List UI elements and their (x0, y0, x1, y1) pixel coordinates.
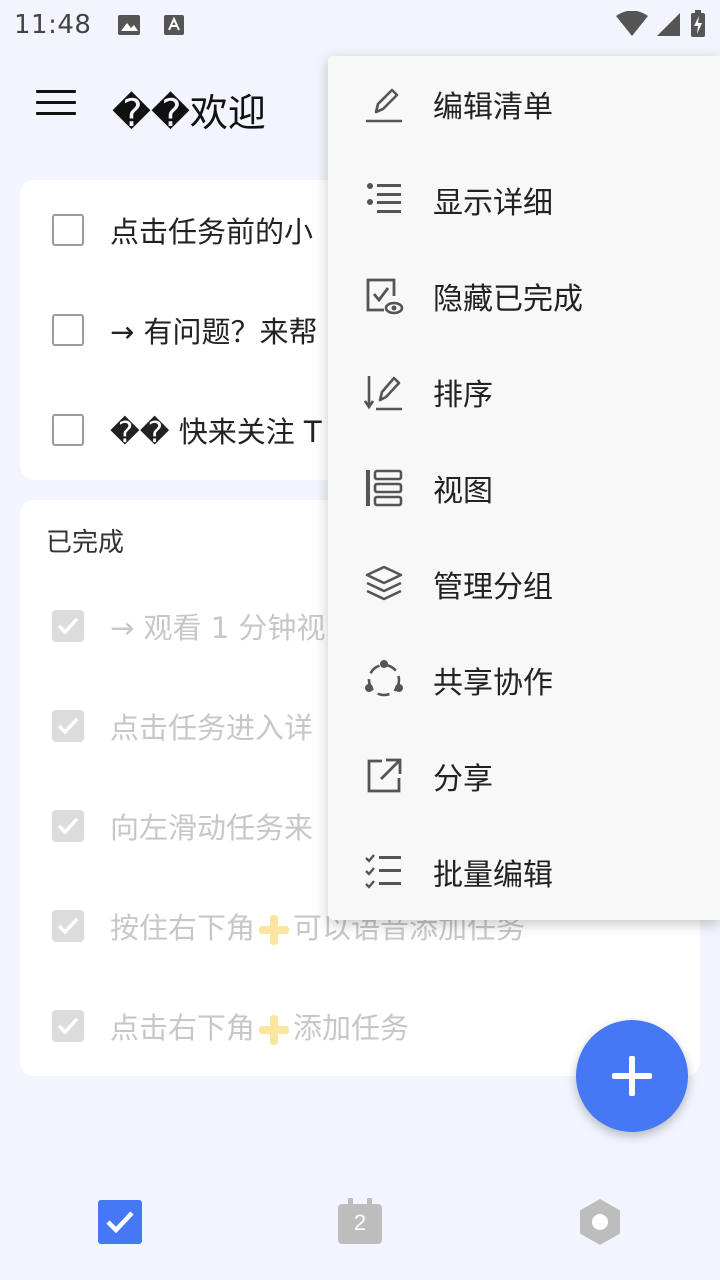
layers-icon (365, 565, 403, 601)
task-checkbox[interactable] (52, 314, 84, 346)
menu-item-show-detail[interactable]: 显示详细 (328, 152, 720, 248)
task-text: �� 快来关注 T (110, 415, 322, 449)
hexagon-settings-icon (580, 1199, 620, 1245)
task-text: 点击任务前的小 (110, 215, 314, 249)
check-icon (57, 717, 79, 735)
batch-edit-icon (365, 854, 401, 889)
menu-item-batch-edit[interactable]: 批量编辑 (328, 824, 720, 920)
menu-item-manage-groups[interactable]: 管理分组 (328, 536, 720, 632)
task-text: 向左滑动任务来 (110, 811, 314, 845)
image-notification-icon (118, 15, 141, 35)
sort-icon (364, 376, 402, 411)
plus-emoji-icon (257, 915, 291, 945)
calendar-day-number: 2 (353, 1210, 367, 1235)
task-checkbox-icon (98, 1200, 142, 1244)
nav-calendar[interactable]: 2 (336, 1198, 384, 1246)
menu-item-edit-list[interactable]: 编辑清单 (328, 56, 720, 152)
menu-item-label: 编辑清单 (433, 90, 553, 125)
completed-section-label: 已完成 (46, 528, 125, 558)
menu-item-share[interactable]: 分享 (328, 728, 720, 824)
check-icon (57, 1017, 79, 1035)
task-checkbox-checked[interactable] (52, 910, 84, 942)
task-checkbox-checked[interactable] (52, 810, 84, 842)
font-notification-icon (164, 15, 185, 35)
task-text: 点击任务进入详 (110, 711, 314, 745)
task-text-after: 添加任务 (293, 1011, 410, 1045)
menu-item-label: 共享协作 (433, 666, 553, 701)
status-bar: 11:48 (0, 0, 720, 50)
pencil-icon (366, 88, 402, 123)
nav-settings[interactable] (576, 1198, 624, 1246)
status-time: 11:48 (14, 10, 92, 40)
task-checkbox[interactable] (52, 414, 84, 446)
battery-icon (691, 10, 705, 37)
task-checkbox-checked[interactable] (52, 710, 84, 742)
overflow-menu: 编辑清单 显示详细 隐藏已完成 排序 视图 管理分组 共享协作 分享 批量编辑 (328, 56, 720, 920)
menu-item-view[interactable]: 视图 (328, 440, 720, 536)
task-checkbox[interactable] (52, 214, 84, 246)
check-icon (57, 617, 79, 635)
menu-item-label: 隐藏已完成 (433, 282, 583, 317)
check-icon (57, 917, 79, 935)
share-external-icon (367, 758, 402, 793)
menu-item-label: 视图 (433, 474, 493, 509)
task-text: → 观看 1 分钟视 (110, 611, 326, 645)
signal-icon (657, 13, 680, 36)
bottom-navigation: 2 (0, 1180, 720, 1280)
nav-tasks[interactable] (96, 1198, 144, 1246)
hamburger-menu-icon[interactable] (36, 90, 76, 122)
task-checkbox-checked[interactable] (52, 610, 84, 642)
list-detail-icon (367, 183, 401, 213)
check-icon (57, 817, 79, 835)
menu-item-label: 批量编辑 (433, 858, 553, 893)
menu-item-hide-completed[interactable]: 隐藏已完成 (328, 248, 720, 344)
menu-item-sort[interactable]: 排序 (328, 344, 720, 440)
add-task-button[interactable] (576, 1020, 688, 1132)
menu-item-share-collab[interactable]: 共享协作 (328, 632, 720, 728)
task-text-before: 按住右下角 (110, 911, 256, 945)
menu-item-label: 分享 (433, 762, 493, 797)
page-title: ��欢迎 (112, 91, 266, 135)
share-collab-icon (365, 660, 403, 697)
plus-emoji-icon (257, 1015, 291, 1045)
task-checkbox-checked[interactable] (52, 1010, 84, 1042)
menu-item-label: 排序 (433, 378, 493, 413)
task-text-before: 点击右下角 (110, 1011, 256, 1045)
menu-item-label: 管理分组 (433, 570, 553, 605)
task-text: → 有问题？来帮 (110, 315, 318, 349)
task-text: 点击右下角 添加任务 (110, 1005, 409, 1047)
view-icon (366, 469, 403, 507)
menu-item-label: 显示详细 (433, 186, 553, 221)
hide-completed-icon (366, 278, 404, 315)
wifi-icon (616, 11, 648, 36)
